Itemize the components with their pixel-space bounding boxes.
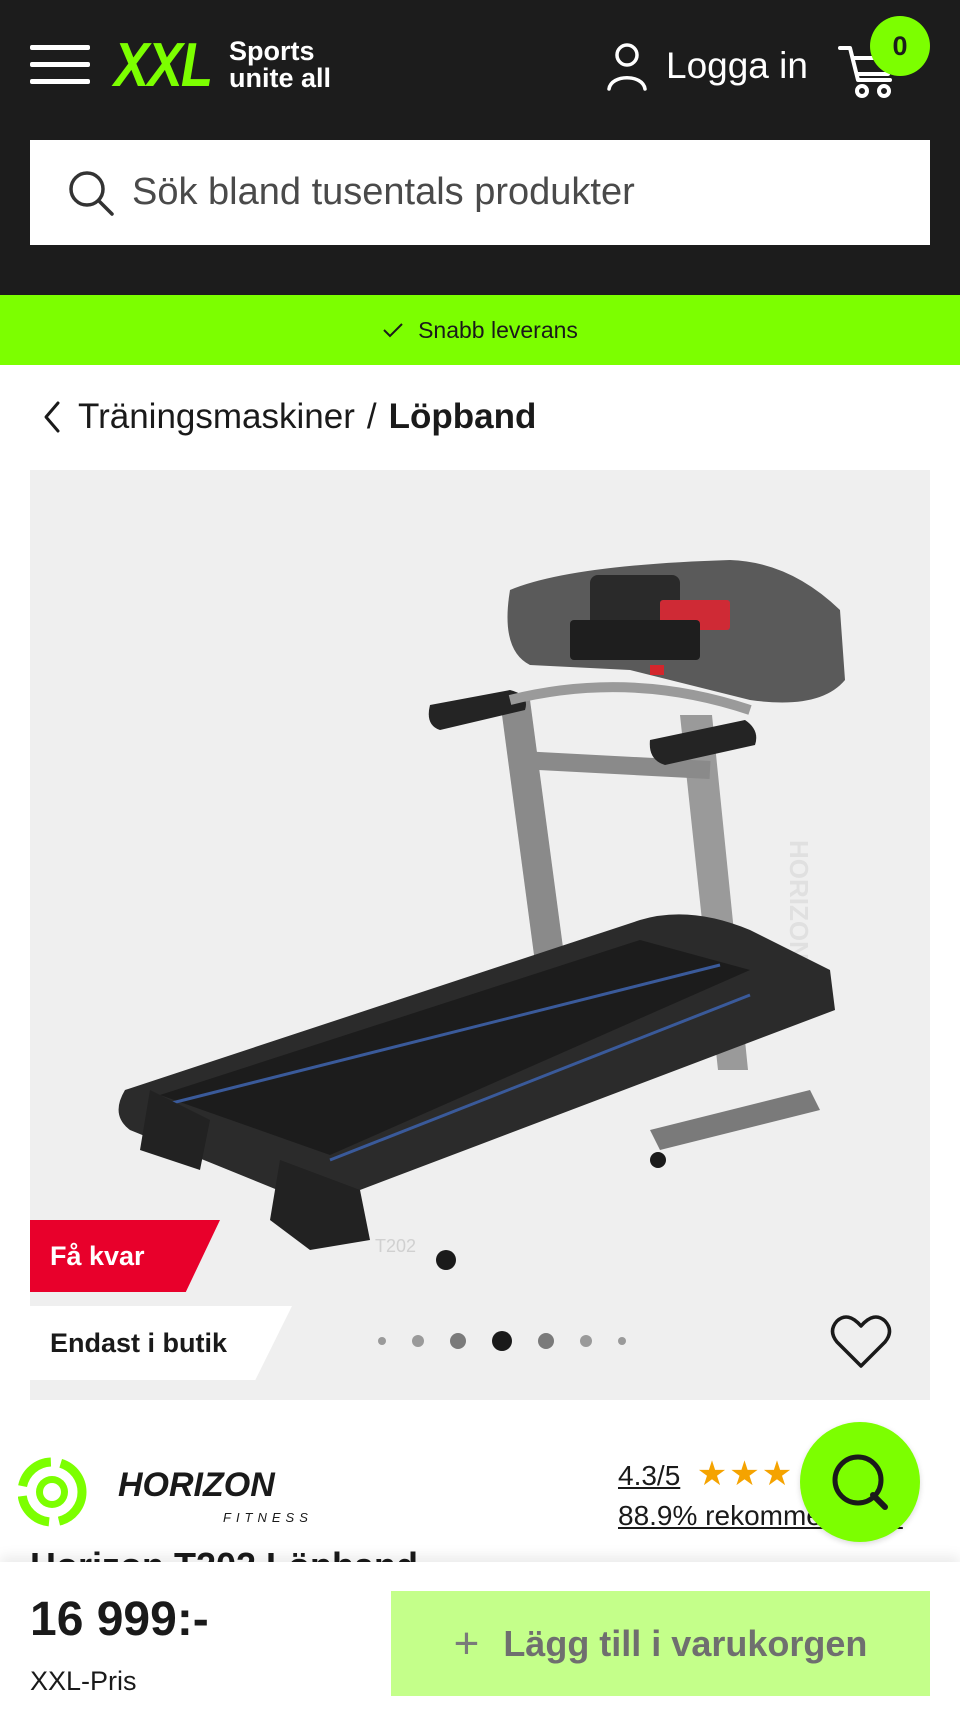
gallery-dot[interactable] bbox=[412, 1335, 424, 1347]
chevron-left-icon[interactable] bbox=[40, 399, 64, 435]
header-top-bar: XXL Sports unite all Logga in 0 bbox=[0, 0, 960, 135]
breadcrumb-current: Löpband bbox=[388, 397, 537, 436]
xxl-logo[interactable]: XXL Sports unite all bbox=[114, 31, 331, 100]
breadcrumb: Träningsmaskiner / Löpband bbox=[40, 392, 536, 442]
heart-icon[interactable] bbox=[830, 1312, 892, 1370]
product-title: Horizon T202 Löpband bbox=[30, 1548, 418, 1562]
login-button[interactable]: Logga in bbox=[606, 38, 808, 94]
plus-icon: + bbox=[453, 1618, 480, 1668]
checkmark-icon bbox=[383, 323, 403, 338]
brand-name: HORIZON bbox=[118, 1466, 276, 1504]
gallery-dot[interactable] bbox=[618, 1337, 626, 1345]
rating-summary[interactable]: 4.3/5 ★★★ bbox=[618, 1454, 794, 1494]
horizon-fitness-logo[interactable]: HORIZON FITNESS bbox=[18, 1452, 328, 1532]
logo-tagline: Sports unite all bbox=[229, 36, 332, 93]
add-to-cart-button[interactable]: + Lägg till i varukorgen bbox=[391, 1591, 930, 1696]
product-price: 16 999:- bbox=[30, 1593, 209, 1646]
search-icon bbox=[69, 170, 114, 216]
gallery-dot[interactable] bbox=[580, 1335, 592, 1347]
search-bar[interactable] bbox=[30, 140, 930, 245]
gallery-dot[interactable] bbox=[450, 1333, 466, 1349]
rating-stars: ★★★ bbox=[696, 1455, 795, 1493]
gallery-dot[interactable] bbox=[378, 1337, 386, 1345]
brand-sub: FITNESS bbox=[223, 1510, 313, 1525]
logo-wordmark: XXL bbox=[114, 31, 213, 100]
store-only-badge: Endast i butik bbox=[30, 1306, 292, 1380]
add-to-cart-label: Lägg till i varukorgen bbox=[503, 1622, 868, 1664]
user-icon bbox=[607, 43, 647, 91]
chat-button[interactable] bbox=[800, 1422, 920, 1542]
gallery-dot[interactable] bbox=[538, 1333, 554, 1349]
usp-banner: Snabb leverans bbox=[0, 295, 960, 365]
search-input[interactable] bbox=[132, 171, 892, 214]
chat-bubble-icon bbox=[832, 1454, 888, 1510]
rating-score[interactable]: 4.3/5 bbox=[618, 1460, 680, 1491]
hamburger-menu-icon[interactable] bbox=[30, 45, 90, 85]
login-label: Logga in bbox=[666, 45, 808, 86]
gallery-pagination bbox=[365, 1326, 639, 1356]
breadcrumb-parent-link[interactable]: Träningsmaskiner bbox=[78, 397, 355, 437]
gallery-dot-active[interactable] bbox=[492, 1331, 512, 1351]
product-model-text: T202 bbox=[375, 1236, 416, 1256]
product-brand-text: HORIZON bbox=[784, 840, 814, 960]
usp-banner-text: Snabb leverans bbox=[418, 316, 578, 343]
product-image-gallery[interactable]: HORIZON T202 Få kvar Endast i butik bbox=[30, 470, 930, 1400]
breadcrumb-separator: / bbox=[366, 397, 377, 436]
sticky-buy-bar: 16 999:- XXL-Pris + Lägg till i varukorg… bbox=[0, 1562, 960, 1726]
cart-count-badge: 0 bbox=[870, 16, 930, 76]
site-header: XXL Sports unite all Logga in 0 bbox=[0, 0, 960, 295]
price-label: XXL-Pris bbox=[30, 1666, 137, 1696]
